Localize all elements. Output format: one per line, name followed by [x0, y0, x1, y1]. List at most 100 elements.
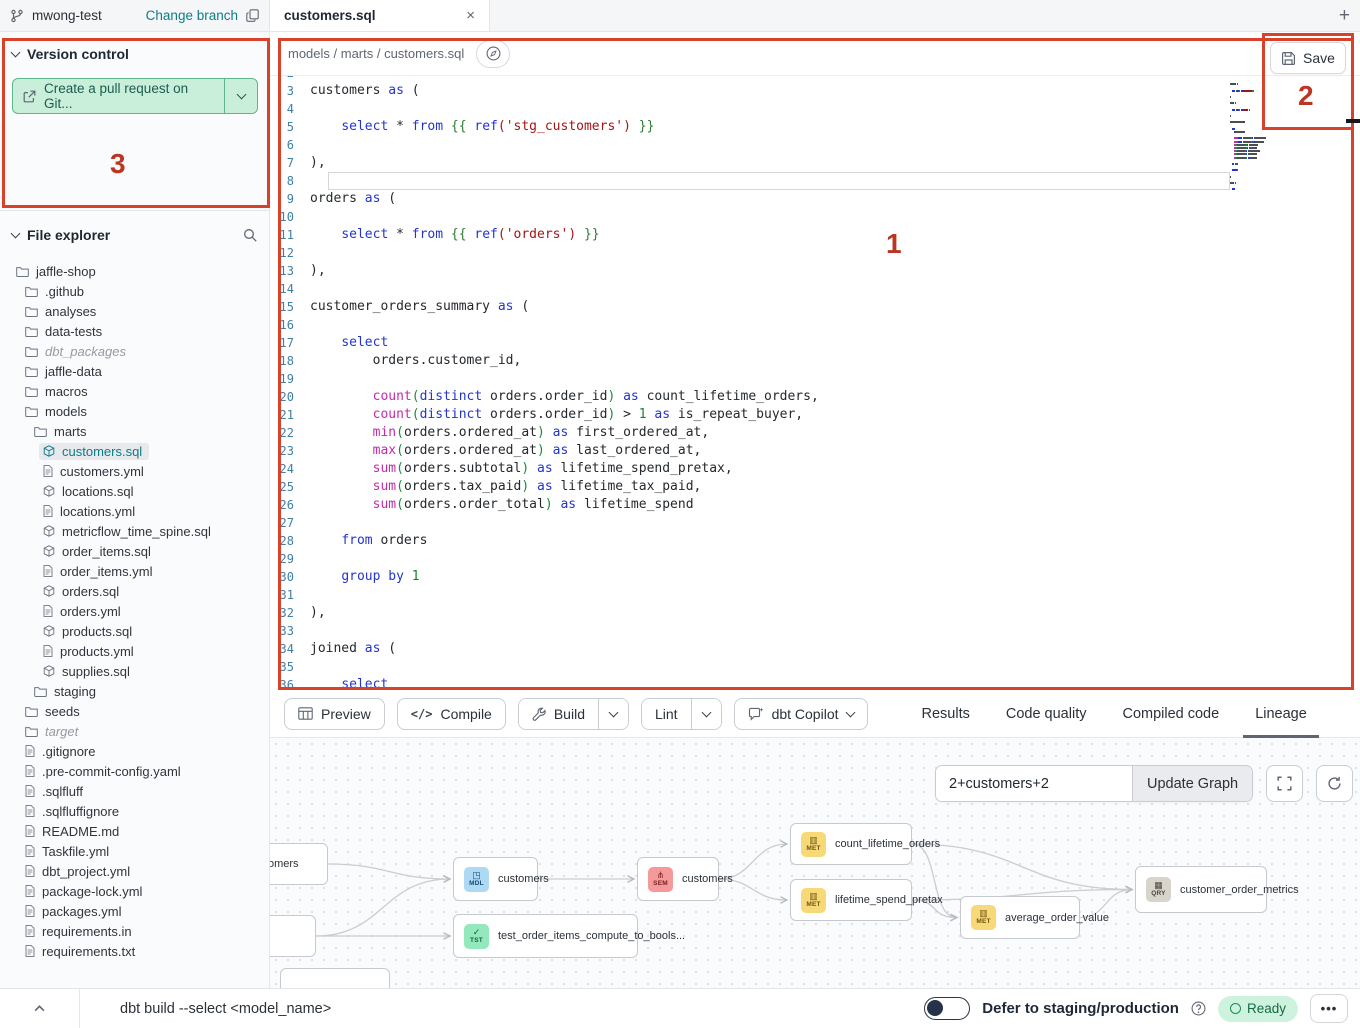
tree-item-jaffle-shop[interactable]: jaffle-shop — [6, 261, 265, 281]
code-area[interactable]: 23customers as (45 select * from {{ ref(… — [270, 76, 1360, 690]
preview-button[interactable]: Preview — [284, 698, 385, 730]
collapse-panel-button[interactable] — [0, 989, 80, 1028]
create-pull-request-main[interactable]: Create a pull request on Git... — [13, 79, 225, 113]
lineage-node-average_order_value[interactable]: ▥METaverage_order_value — [960, 896, 1080, 939]
cli-command-text[interactable]: dbt build --select <model_name> — [120, 1001, 331, 1017]
tree-item-requirements-txt[interactable]: requirements.txt — [6, 941, 265, 961]
build-dropdown[interactable] — [598, 699, 628, 729]
compile-button[interactable]: </> Compile — [397, 698, 506, 730]
code-line-33[interactable]: 33 — [270, 622, 1360, 640]
tree-item--github[interactable]: .github — [6, 281, 265, 301]
code-line-9[interactable]: 9orders as ( — [270, 190, 1360, 208]
code-line-22[interactable]: 22 min(orders.ordered_at) as first_order… — [270, 424, 1360, 442]
new-tab-button[interactable]: + — [1339, 5, 1350, 27]
lineage-node-orders_src[interactable]: ◳MDLorders — [270, 915, 316, 957]
dbt-copilot-button[interactable]: dbt Copilot — [734, 698, 868, 730]
tree-item-locations-sql[interactable]: locations.sql — [6, 481, 265, 501]
tab-close-icon[interactable]: × — [466, 7, 475, 24]
code-line-30[interactable]: 30 group by 1 — [270, 568, 1360, 586]
tree-item-order-items-yml[interactable]: order_items.yml — [6, 561, 265, 581]
code-line-17[interactable]: 17 select — [270, 334, 1360, 352]
code-line-35[interactable]: 35 — [270, 658, 1360, 676]
tree-item--pre-commit-config-yaml[interactable]: .pre-commit-config.yaml — [6, 761, 265, 781]
lineage-node-tests[interactable]: ✓TSTtest_order_items_compute_to_bools... — [453, 914, 638, 958]
code-line-3[interactable]: 3customers as ( — [270, 82, 1360, 100]
save-button[interactable]: Save — [1270, 42, 1346, 74]
version-control-header[interactable]: Version control — [0, 32, 269, 72]
tree-item-products-sql[interactable]: products.sql — [6, 621, 265, 641]
tab-customers-sql[interactable]: customers.sql × — [270, 0, 490, 31]
lineage-node-customer_order_metrics[interactable]: ▦QRYcustomer_order_metrics — [1135, 866, 1267, 913]
code-line-31[interactable]: 31 — [270, 586, 1360, 604]
code-line-25[interactable]: 25 sum(orders.tax_paid) as lifetime_tax_… — [270, 478, 1360, 496]
file-explorer-header[interactable]: File explorer — [0, 211, 269, 253]
tree-item-metricflow-time-spine-sql[interactable]: metricflow_time_spine.sql — [6, 521, 265, 541]
code-line-15[interactable]: 15customer_orders_summary as ( — [270, 298, 1360, 316]
lint-dropdown[interactable] — [691, 699, 721, 729]
tree-item-requirements-in[interactable]: requirements.in — [6, 921, 265, 941]
lineage-node-customers_mdl[interactable]: ◳MDLcustomers — [453, 857, 538, 901]
tab-results[interactable]: Results — [922, 690, 970, 738]
tab-code-quality[interactable]: Code quality — [1006, 690, 1087, 738]
create-pull-request-button[interactable]: Create a pull request on Git... — [12, 78, 258, 114]
code-line-29[interactable]: 29 — [270, 550, 1360, 568]
lineage-selector-input[interactable] — [936, 766, 1132, 801]
code-line-14[interactable]: 14 — [270, 280, 1360, 298]
lineage-node-customers_sem[interactable]: ⋔SEMcustomers — [637, 857, 719, 901]
lineage-compass-button[interactable] — [476, 40, 510, 68]
code-line-11[interactable]: 11 select * from {{ ref('orders') }} — [270, 226, 1360, 244]
tree-item--gitignore[interactable]: .gitignore — [6, 741, 265, 761]
tree-item-dbt-project-yml[interactable]: dbt_project.yml — [6, 861, 265, 881]
lineage-node-count_lifetime_orders[interactable]: ▥METcount_lifetime_orders — [790, 823, 912, 865]
tree-item-data-tests[interactable]: data-tests — [6, 321, 265, 341]
tree-item-marts[interactable]: marts — [6, 421, 265, 441]
tree-item-supplies-sql[interactable]: supplies.sql — [6, 661, 265, 681]
update-graph-button[interactable]: Update Graph — [1132, 766, 1252, 801]
tree-item-taskfile-yml[interactable]: Taskfile.yml — [6, 841, 265, 861]
tree-item-orders-sql[interactable]: orders.sql — [6, 581, 265, 601]
code-line-8[interactable]: 8 — [270, 172, 1360, 190]
help-icon[interactable] — [1191, 1001, 1206, 1016]
code-line-20[interactable]: 20 count(distinct orders.order_id) as co… — [270, 388, 1360, 406]
tree-item-packages-yml[interactable]: packages.yml — [6, 901, 265, 921]
code-line-32[interactable]: 32), — [270, 604, 1360, 622]
lint-button[interactable]: Lint — [642, 699, 691, 729]
change-branch-link[interactable]: Change branch — [146, 8, 238, 23]
tree-item-readme-md[interactable]: README.md — [6, 821, 265, 841]
lineage-node-partial_node[interactable] — [280, 968, 390, 988]
tree-item-dbt-packages[interactable]: dbt_packages — [6, 341, 265, 361]
tree-item-target[interactable]: target — [6, 721, 265, 741]
code-line-10[interactable]: 10 — [270, 208, 1360, 226]
defer-toggle[interactable] — [924, 997, 970, 1020]
tree-item-package-lock-yml[interactable]: package-lock.yml — [6, 881, 265, 901]
tree-item-customers-sql[interactable]: customers.sql — [6, 441, 265, 461]
copy-icon[interactable] — [246, 9, 259, 22]
pull-request-dropdown[interactable] — [225, 79, 257, 113]
refresh-button[interactable] — [1316, 765, 1353, 802]
code-line-28[interactable]: 28 from orders — [270, 532, 1360, 550]
tab-compiled-code[interactable]: Compiled code — [1122, 690, 1219, 738]
code-line-23[interactable]: 23 max(orders.ordered_at) as last_ordere… — [270, 442, 1360, 460]
tree-item-customers-yml[interactable]: customers.yml — [6, 461, 265, 481]
tree-item-macros[interactable]: macros — [6, 381, 265, 401]
search-icon[interactable] — [243, 228, 257, 242]
tree-item-locations-yml[interactable]: locations.yml — [6, 501, 265, 521]
more-options-button[interactable]: ••• — [1310, 994, 1348, 1023]
tree-item-analyses[interactable]: analyses — [6, 301, 265, 321]
code-line-24[interactable]: 24 sum(orders.subtotal) as lifetime_spen… — [270, 460, 1360, 478]
code-line-4[interactable]: 4 — [270, 100, 1360, 118]
lineage-panel[interactable]: ◳MDLstg_customers ◳MDLorders ◳MDLcustomers… — [270, 738, 1360, 988]
tab-lineage[interactable]: Lineage — [1255, 690, 1307, 738]
tree-item-staging[interactable]: staging — [6, 681, 265, 701]
code-line-34[interactable]: 34joined as ( — [270, 640, 1360, 658]
tree-item-orders-yml[interactable]: orders.yml — [6, 601, 265, 621]
code-line-26[interactable]: 26 sum(orders.order_total) as lifetime_s… — [270, 496, 1360, 514]
tree-item-order-items-sql[interactable]: order_items.sql — [6, 541, 265, 561]
code-line-7[interactable]: 7), — [270, 154, 1360, 172]
minimap[interactable] — [1230, 80, 1316, 192]
lineage-node-stg_customers[interactable]: ◳MDLstg_customers — [270, 843, 328, 885]
tree-item-models[interactable]: models — [6, 401, 265, 421]
code-line-12[interactable]: 12 — [270, 244, 1360, 262]
code-line-21[interactable]: 21 count(distinct orders.order_id) > 1 a… — [270, 406, 1360, 424]
tree-item-jaffle-data[interactable]: jaffle-data — [6, 361, 265, 381]
